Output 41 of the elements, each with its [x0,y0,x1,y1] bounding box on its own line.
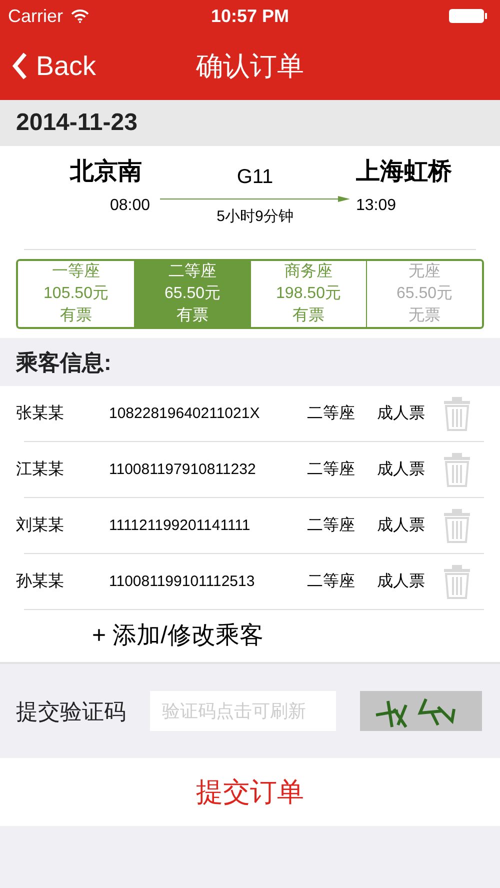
passenger-name: 张某某 [16,404,65,424]
id-number: 110081197910811232 [109,460,257,480]
submit-order-button[interactable]: 提交订单 [0,758,500,826]
ticket-type: 成人票 [377,516,426,536]
seat-class: 二等座 [307,404,356,424]
chevron-left-icon [12,52,28,80]
trash-icon[interactable] [443,565,471,599]
arrow-icon [160,196,350,202]
seat-option[interactable]: 二等座 65.50元 有票 [134,261,250,327]
trash-icon[interactable] [443,453,471,487]
trash-icon[interactable] [443,509,471,543]
ticket-type: 成人票 [377,404,426,424]
wifi-icon [71,9,90,23]
trash-icon[interactable] [443,397,471,431]
id-number: 10822819640211021X [109,404,261,424]
id-number: 110081199101112513 [109,572,256,592]
seat-class: 二等座 [307,516,356,536]
page-title: 确认订单 [196,50,304,83]
captcha-label: 提交验证码 [16,698,126,726]
seat-class: 二等座 [307,460,356,480]
departure-station: 北京南 [70,157,142,187]
ticket-type: 成人票 [377,572,426,592]
arrival-time: 13:09 [356,196,396,216]
captcha-image[interactable] [360,691,482,731]
ticket-type: 成人票 [377,460,426,480]
passenger-name: 孙某某 [16,572,65,592]
seat-class: 二等座 [307,572,356,592]
add-passenger-button[interactable]: + 添加/修改乘客 [0,610,500,662]
back-button[interactable]: Back [0,46,96,86]
id-number: 111121199201141111 [109,516,252,536]
departure-time: 08:00 [110,196,150,216]
battery-icon [448,8,488,24]
duration: 5小时9分钟 [216,207,294,227]
carrier-label: Carrier [8,4,64,28]
arrival-station: 上海虹桥 [356,157,452,187]
section-heading: 乘客信息: [16,348,112,376]
train-number: G11 [236,165,274,190]
passenger-name: 江某某 [16,460,65,480]
clock: 10:57 PM [210,4,290,28]
date-bar: 2014-11-23 [0,100,500,146]
passenger-name: 刘某某 [16,516,65,536]
